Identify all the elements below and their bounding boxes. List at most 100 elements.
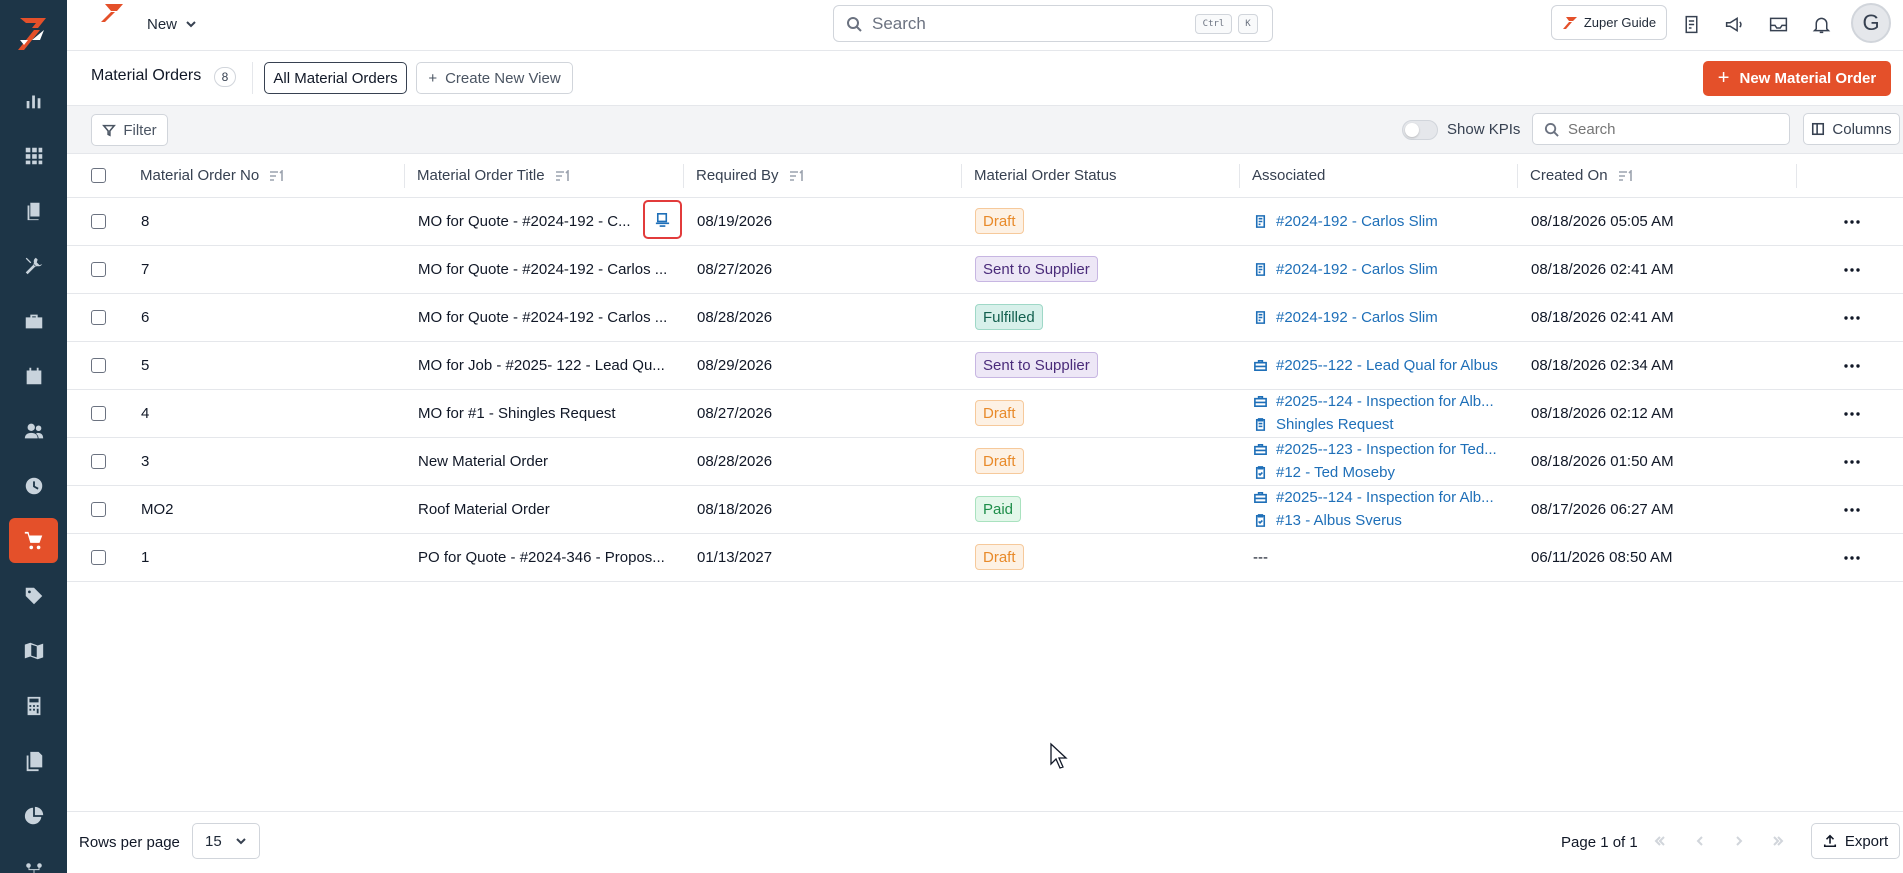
order-number: 3 <box>141 453 150 470</box>
order-title-link[interactable]: MO for Quote - #2024-192 - Carlos ... <box>418 261 674 278</box>
associated-link-text: #13 - Albus Sverus <box>1276 512 1402 529</box>
associated-link[interactable]: #2024-192 - Carlos Slim <box>1253 213 1438 230</box>
last-page-button[interactable] <box>1763 826 1793 856</box>
order-title-link[interactable]: MO for Quote - #2024-192 - C... <box>418 213 674 230</box>
create-quote-link-button[interactable] <box>643 200 682 239</box>
checklist-icon-button[interactable] <box>1678 11 1704 37</box>
row-actions-menu-button[interactable] <box>1842 356 1862 376</box>
sidebar-item-map[interactable] <box>9 628 58 673</box>
first-page-button[interactable] <box>1645 826 1675 856</box>
table-row[interactable]: MO2 Roof Material Order 08/18/2026 Paid #202… <box>67 486 1903 534</box>
order-title-link[interactable]: Roof Material Order <box>418 501 674 518</box>
table-row[interactable]: 1 PO for Quote - #2024-346 - Propos... 01/… <box>67 534 1903 582</box>
zuper-guide-button[interactable]: Zuper Guide <box>1551 5 1667 40</box>
associated-link[interactable]: #2025--124 - Inspection for Alb... <box>1253 489 1494 506</box>
sidebar-item-quotes[interactable] <box>9 188 58 233</box>
row-checkbox[interactable] <box>91 454 106 469</box>
new-menu-button[interactable]: New <box>147 12 197 36</box>
table-row[interactable]: 3 New Material Order 08/28/2026 Draft #2025-… <box>67 438 1903 486</box>
row-checkbox[interactable] <box>91 406 106 421</box>
row-actions-menu-button[interactable] <box>1842 260 1862 280</box>
associated-link[interactable]: #13 - Albus Sverus <box>1253 512 1402 529</box>
create-new-view-button[interactable]: + Create New View <box>416 62 573 94</box>
view-tab-all-material-orders[interactable]: All Material Orders <box>264 62 407 94</box>
order-title-link[interactable]: MO for Job - #2025- 122 - Lead Qu... <box>418 357 674 374</box>
column-header-required-by[interactable]: Required By <box>696 167 805 184</box>
table-toolbar: Filter Show KPIs Columns <box>67 106 1903 154</box>
sidebar-item-reports[interactable] <box>9 78 58 123</box>
sidebar-item-material-orders[interactable] <box>9 518 58 563</box>
sidebar-item-timesheets[interactable] <box>9 463 58 508</box>
table-row[interactable]: 8 MO for Quote - #2024-192 - C... 08/19/20… <box>67 198 1903 246</box>
row-actions-menu-button[interactable] <box>1842 500 1862 520</box>
row-checkbox[interactable] <box>91 358 106 373</box>
row-checkbox[interactable] <box>91 550 106 565</box>
table-row[interactable]: 5 MO for Job - #2025- 122 - Lead Qu... 08/… <box>67 342 1903 390</box>
associated-link[interactable]: #2024-192 - Carlos Slim <box>1253 261 1438 278</box>
notifications-button[interactable] <box>1808 11 1834 37</box>
zuper-logo-icon[interactable] <box>10 12 54 56</box>
sidebar-item-dashboard[interactable] <box>9 133 58 178</box>
user-avatar[interactable]: G <box>1851 3 1891 43</box>
row-checkbox[interactable] <box>91 214 106 229</box>
next-page-button[interactable] <box>1724 826 1754 856</box>
global-search-input[interactable]: Search Ctrl K <box>833 5 1273 42</box>
order-title-link[interactable]: PO for Quote - #2024-346 - Propos... <box>418 549 674 566</box>
required-by-date: 01/13/2027 <box>697 549 773 566</box>
table-row[interactable]: 7 MO for Quote - #2024-192 - Carlos ... 08… <box>67 246 1903 294</box>
order-title-link[interactable]: New Material Order <box>418 453 674 470</box>
order-title-link[interactable]: MO for Quote - #2024-192 - Carlos ... <box>418 309 674 326</box>
select-all-checkbox[interactable] <box>91 168 106 183</box>
sidebar-item-schedule[interactable] <box>9 353 58 398</box>
column-header-created-on[interactable]: Created On <box>1530 167 1634 184</box>
row-actions-menu-button[interactable] <box>1842 308 1862 328</box>
associated-link[interactable]: #2025--123 - Inspection for Ted... <box>1253 441 1497 458</box>
associated-link[interactable]: #12 - Ted Moseby <box>1253 464 1395 481</box>
export-label: Export <box>1844 832 1889 850</box>
associated-link[interactable]: #2025--122 - Lead Qual for Albus <box>1253 357 1498 374</box>
show-kpis-toggle[interactable] <box>1402 120 1438 140</box>
checklist-icon <box>1685 15 1697 33</box>
announcements-button[interactable] <box>1721 11 1747 37</box>
sidebar-item-analytics[interactable] <box>9 793 58 838</box>
columns-button[interactable]: Columns <box>1803 113 1900 145</box>
row-checkbox[interactable] <box>91 310 106 325</box>
sidebar-item-estimates[interactable] <box>9 683 58 728</box>
column-header-order-title[interactable]: Material Order Title <box>417 167 571 184</box>
table-row[interactable]: 6 MO for Quote - #2024-192 - Carlos ... 08… <box>67 294 1903 342</box>
row-checkbox[interactable] <box>91 502 106 517</box>
row-actions-menu-button[interactable] <box>1842 212 1862 232</box>
order-number: 4 <box>141 405 150 422</box>
export-button[interactable]: Export <box>1811 823 1900 859</box>
associated-link[interactable]: Shingles Request <box>1253 416 1394 433</box>
previous-page-button[interactable] <box>1685 826 1715 856</box>
status-badge: Paid <box>975 496 1022 522</box>
row-actions-menu-button[interactable] <box>1842 452 1862 472</box>
sidebar-item-projects[interactable] <box>9 298 58 343</box>
order-title-link[interactable]: MO for #1 - Shingles Request <box>418 405 674 422</box>
row-actions-menu-button[interactable] <box>1842 404 1862 424</box>
zuper-mark-icon[interactable] <box>99 2 125 24</box>
inbox-button[interactable] <box>1765 11 1791 37</box>
new-material-order-button[interactable]: + New Material Order <box>1703 61 1891 96</box>
sidebar-item-customers[interactable] <box>9 408 58 453</box>
column-header-order-no[interactable]: Material Order No <box>140 167 285 184</box>
pie-chart-icon <box>24 806 43 824</box>
rows-per-page-select[interactable]: 15 <box>192 823 260 859</box>
sidebar-item-documents[interactable] <box>9 738 58 783</box>
table-row[interactable]: 4 MO for #1 - Shingles Request 08/27/2026 D… <box>67 390 1903 438</box>
associated-link[interactable]: #2025--124 - Inspection for Alb... <box>1253 393 1494 410</box>
table-search-input[interactable] <box>1568 120 1768 138</box>
sidebar-item-jobs[interactable] <box>9 243 58 288</box>
plus-icon: + <box>428 69 438 87</box>
associated-link-text: #2025--124 - Inspection for Alb... <box>1276 489 1494 506</box>
filter-button[interactable]: Filter <box>91 114 168 146</box>
table-search-field[interactable] <box>1532 113 1790 145</box>
row-actions-menu-button[interactable] <box>1842 548 1862 568</box>
row-checkbox[interactable] <box>91 262 106 277</box>
associated-link[interactable]: #2024-192 - Carlos Slim <box>1253 309 1438 326</box>
global-search-placeholder: Search <box>872 13 926 33</box>
calculator-icon <box>27 696 40 715</box>
sidebar-item-products[interactable] <box>9 573 58 618</box>
sidebar-item-workflows[interactable] <box>9 848 58 873</box>
